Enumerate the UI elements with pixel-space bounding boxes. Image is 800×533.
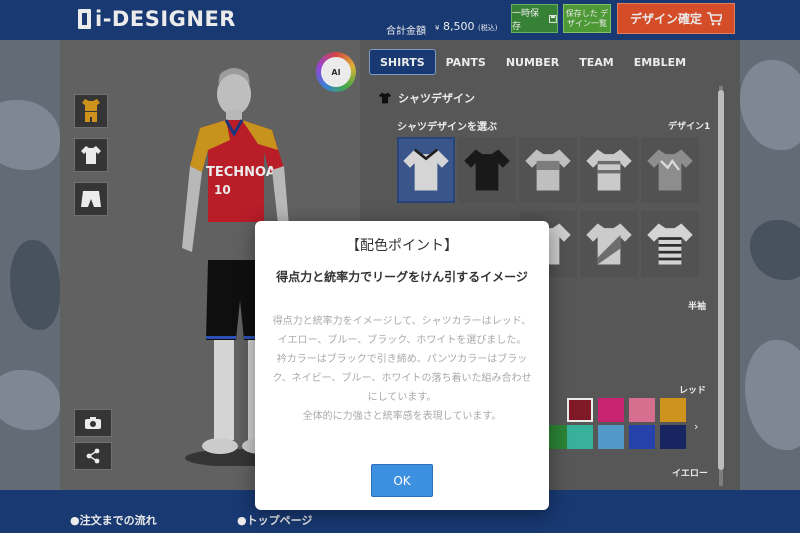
modal-title: 【配色ポイント】 bbox=[346, 238, 458, 254]
ok-button[interactable]: OK bbox=[371, 464, 433, 497]
modal-subtitle: 得点力と統率力でリーグをけん引するイメージ bbox=[276, 270, 528, 284]
modal-body: 得点力と統率力をイメージして、シャツカラーはレッド、イエロー、ブルー、ブラック、… bbox=[269, 312, 535, 426]
modal-body-paragraph: 全体的に力強さと統率感を表現しています。 bbox=[302, 411, 502, 422]
modal-body-paragraph: 得点力と統率力をイメージして、シャツカラーはレッド、イエロー、ブルー、ブラック、… bbox=[272, 316, 532, 346]
modal-body-paragraph: 衿カラーはブラックで引き締め、パンツカラーはブラック、ネイビー、ブルー、ホワイト… bbox=[272, 354, 532, 403]
color-point-modal: 【配色ポイント】 得点力と統率力でリーグをけん引するイメージ 得点力と統率力をイ… bbox=[255, 221, 549, 510]
